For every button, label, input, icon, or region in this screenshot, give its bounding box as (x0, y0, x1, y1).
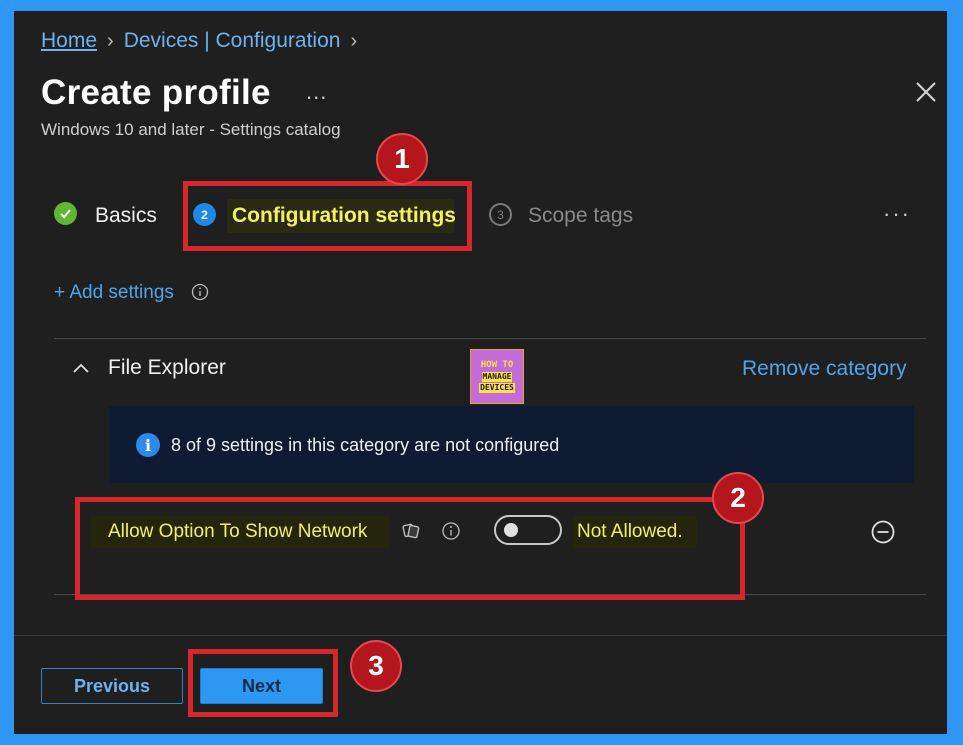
close-icon[interactable] (914, 80, 938, 104)
info-icon[interactable] (191, 283, 209, 301)
remove-category-link[interactable]: Remove category (742, 357, 907, 381)
info-banner-text: 8 of 9 settings in this category are not… (171, 435, 560, 455)
info-filled-icon: i (136, 433, 160, 457)
add-settings-link[interactable]: + Add settings (54, 282, 174, 304)
create-profile-panel: Home › Devices | Configuration › Create … (14, 11, 947, 734)
annotation-badge-2: 2 (712, 472, 764, 524)
more-options-icon[interactable]: ... (306, 79, 327, 105)
annotation-box-setting (75, 497, 745, 600)
chevron-up-icon[interactable] (72, 361, 90, 375)
divider (54, 338, 926, 339)
breadcrumb: Home › Devices | Configuration › (41, 29, 357, 53)
remove-setting-icon[interactable] (870, 519, 896, 545)
breadcrumb-home-link[interactable]: Home (41, 29, 97, 53)
annotation-badge-3: 3 (350, 640, 402, 692)
annotation-box-configuration-settings (183, 181, 472, 251)
steps-more-icon[interactable]: ··· (883, 201, 911, 227)
page-title: Create profile (41, 73, 271, 112)
step-basics[interactable]: Basics (95, 204, 157, 228)
footer-divider (14, 635, 947, 636)
chevron-right-icon: › (350, 29, 358, 52)
howto-manage-devices-logo: HOW TO MANAGE DEVICES (470, 349, 524, 404)
breadcrumb-devices-link[interactable]: Devices | Configuration (124, 29, 341, 53)
step-scope-tags[interactable]: Scope tags (528, 204, 633, 228)
annotation-box-next (188, 649, 338, 717)
step-number-icon: 3 (489, 203, 512, 226)
category-title: File Explorer (108, 356, 226, 379)
checkmark-icon (54, 202, 77, 225)
annotation-badge-1: 1 (376, 133, 428, 185)
chevron-right-icon: › (107, 29, 114, 52)
page-subtitle: Windows 10 and later - Settings catalog (41, 120, 341, 139)
previous-button[interactable]: Previous (41, 668, 183, 704)
